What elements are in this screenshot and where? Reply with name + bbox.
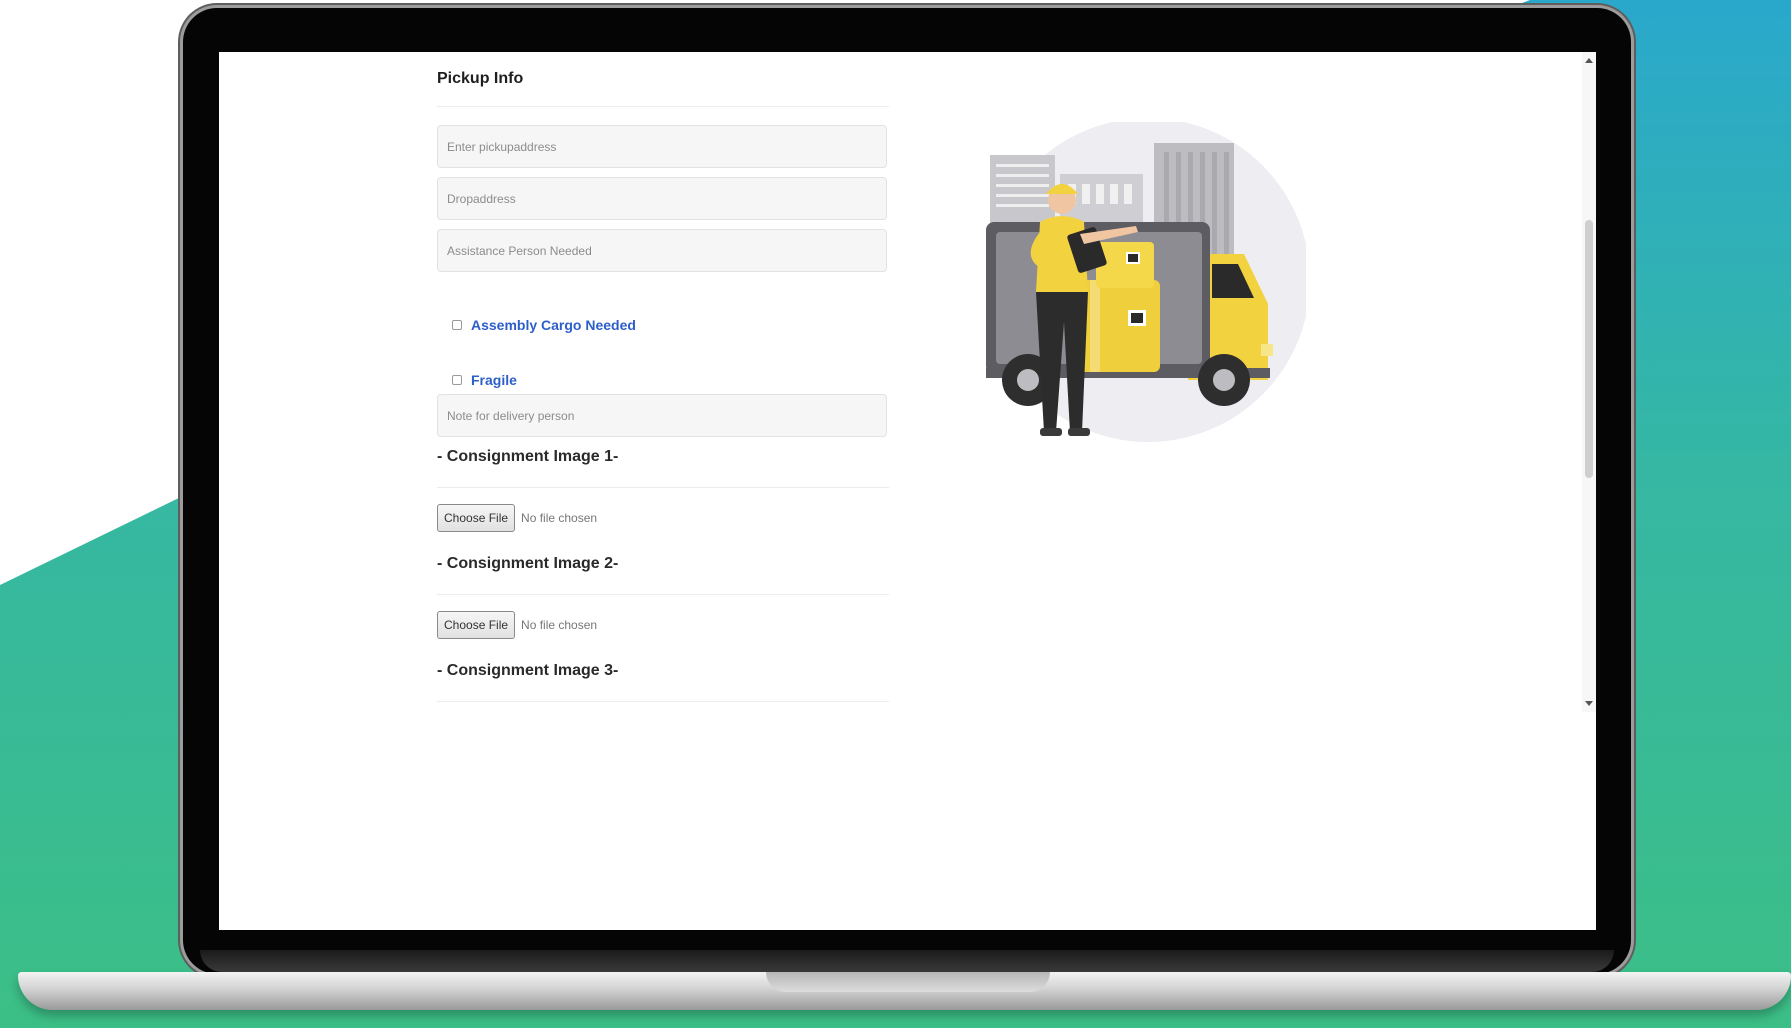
assembly-cargo-row[interactable]: Assembly Cargo Needed (452, 317, 636, 333)
file-status: No file chosen (521, 618, 598, 632)
divider (437, 487, 889, 488)
consignment-image-2-file-input[interactable]: Choose File No file chosen (437, 611, 597, 639)
laptop-screen: Pickup Info Assembly Cargo Needed Fragil… (219, 52, 1596, 930)
file-status: No file chosen (521, 511, 598, 525)
drop-address-input[interactable] (437, 177, 887, 220)
divider (437, 106, 889, 107)
consignment-image-2-heading: - Consignment Image 2- (437, 555, 619, 572)
scroll-down-arrow-icon[interactable] (1585, 701, 1593, 706)
scrollbar-thumb[interactable] (1585, 220, 1593, 478)
consignment-image-1-heading: - Consignment Image 1- (437, 448, 619, 465)
consignment-image-3-heading: - Consignment Image 3- (437, 662, 619, 679)
fragile-label[interactable]: Fragile (471, 372, 517, 388)
consignment-image-1-file-input[interactable]: Choose File No file chosen (437, 504, 597, 532)
assistance-person-input[interactable] (437, 229, 887, 272)
vertical-scrollbar[interactable] (1582, 52, 1596, 712)
section-title: Pickup Info (437, 70, 524, 87)
delivery-note-input[interactable] (437, 394, 887, 437)
scroll-up-arrow-icon[interactable] (1585, 58, 1593, 63)
assembly-cargo-checkbox[interactable] (452, 320, 462, 330)
assembly-cargo-label[interactable]: Assembly Cargo Needed (471, 317, 636, 333)
choose-file-button[interactable]: Choose File (437, 611, 516, 639)
choose-file-button[interactable]: Choose File (437, 504, 516, 532)
pickup-address-input[interactable] (437, 125, 887, 168)
divider (437, 594, 889, 595)
delivery-truck-illustration (986, 122, 1306, 442)
divider (437, 701, 889, 702)
laptop-hinge (200, 950, 1614, 972)
laptop-notch (766, 972, 1050, 992)
fragile-checkbox[interactable] (452, 375, 462, 385)
fragile-row[interactable]: Fragile (452, 372, 517, 388)
